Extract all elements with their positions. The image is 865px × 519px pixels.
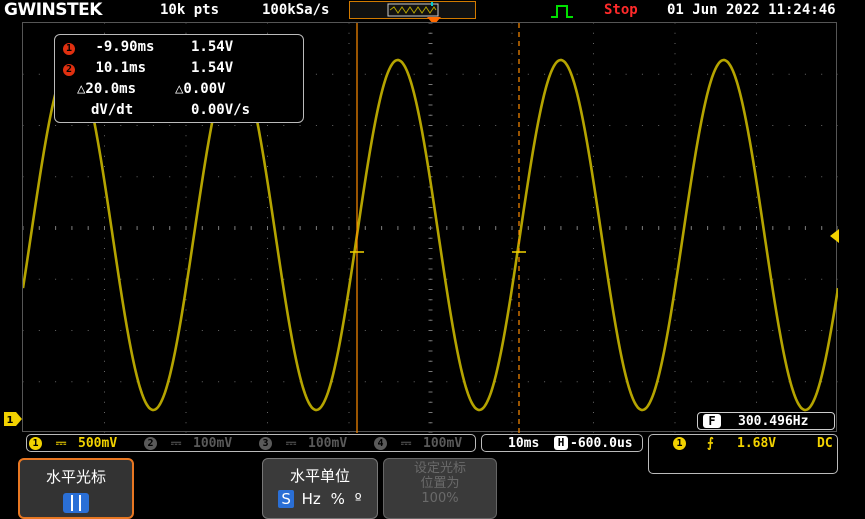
cursor-readout-panel: 1 -9.90ms 1.54V 2 10.1ms 1.54V △20.0ms △… [54,34,304,123]
horizontal-unit-softkey[interactable]: 水平单位 S Hz % º [262,458,378,519]
ch4-coupling-icon: ⎓ [400,436,412,451]
svg-text:1: 1 [7,415,14,426]
ch1-scale: 500mV [78,436,118,451]
unit-option-degree[interactable]: º [355,490,362,508]
ch2-scale: 100mV [193,436,233,451]
cursor-lines-icon [63,493,89,513]
run-stop-status[interactable]: Stop [604,2,638,18]
set-cursor-line2: 位置为 [420,476,460,491]
memory-overview-strip [349,1,476,19]
channel-status-bar: 1 ⎓ 500mV 2 ⎓ 100mV 3 ⎓ 100mV 4 ⎓ 100mV [26,434,476,452]
cursor2-readout: 2 10.1ms [63,60,146,76]
trigger-slope-icon: ⨍ [707,436,714,451]
ch4-scale: 100mV [423,436,463,451]
cursor2-badge: 2 [63,64,75,76]
slope-value: 0.00V/s [191,102,251,118]
ch3-coupling-icon: ⎓ [285,436,297,451]
ch2-coupling-icon: ⎓ [170,436,182,451]
ch2-badge: 2 [144,437,157,450]
sample-rate: 100kSa/s [262,2,330,18]
cursor1-voltage: 1.54V [191,39,234,55]
trigger-source-badge: 1 [673,437,686,450]
trigger-coupling: DC [817,436,833,451]
cursor1-badge: 1 [63,43,75,55]
ch1-ground-marker[interactable]: 1 [4,412,22,426]
cursor2-time: 10.1ms [95,60,147,76]
unit-option-hz[interactable]: Hz [302,490,321,508]
unit-options: S Hz % º [263,490,377,508]
unit-option-seconds[interactable]: S [278,490,294,508]
ch3-status[interactable]: 3 ⎓ 100mV [259,436,347,451]
trigger-status[interactable]: 1 ⨍ 1.68V DC [648,434,838,474]
slope-label: dV/dt [91,102,134,118]
delta-voltage: △0.00V [175,81,226,97]
ch1-status[interactable]: 1 ⎓ 500mV [29,436,117,451]
horizontal-position-badge: H [554,436,568,450]
horizontal-position: -600.0us [570,436,633,451]
trigger-level: 1.68V [737,436,777,451]
unit-option-percent[interactable]: % [331,490,345,508]
horizontal-cursor-title: 水平光标 [45,468,106,486]
timebase-status[interactable]: 10ms H -600.0us [481,434,643,452]
set-cursor-line3: 100% [421,491,459,506]
trigger-level-marker[interactable] [829,229,839,243]
ch1-badge: 1 [29,437,42,450]
ch3-scale: 100mV [308,436,348,451]
brand-logo: GWINSTEK [4,0,102,20]
horizontal-cursor-softkey[interactable]: 水平光标 [18,458,134,519]
ch1-coupling-icon: ⎓ [55,436,67,451]
ch4-status[interactable]: 4 ⎓ 100mV [374,436,462,451]
cursor2-voltage: 1.54V [191,60,234,76]
set-cursor-100-softkey[interactable]: 设定光标 位置为 100% [383,458,497,519]
cursor1-time: -9.90ms [95,39,155,55]
date-time: 01 Jun 2022 11:24:46 [667,2,836,18]
cursor1-readout: 1 -9.90ms [63,39,154,55]
ch4-badge: 4 [374,437,387,450]
ch2-status[interactable]: 2 ⎓ 100mV [144,436,232,451]
horizontal-unit-title: 水平单位 [289,467,350,485]
set-cursor-line1: 设定光标 [413,461,466,476]
frequency-badge: F [703,414,721,428]
frequency-counter: F 300.496Hz [697,412,835,430]
record-length: 10k pts [160,2,220,18]
ch3-badge: 3 [259,437,272,450]
trigger-status-icon [550,3,574,19]
delta-time: △20.0ms [77,81,137,97]
frequency-value: 300.496Hz [738,414,809,429]
timebase-scale: 10ms [508,436,540,451]
